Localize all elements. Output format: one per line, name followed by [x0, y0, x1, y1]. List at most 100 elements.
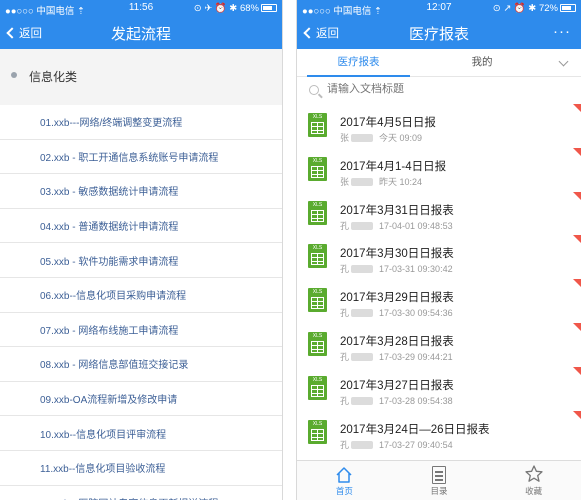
list-item[interactable]: XLS 2017年3月27日日报表 孔 17-03-28 09:54:38	[297, 366, 581, 411]
excel-file-icon: XLS	[308, 113, 327, 137]
more-icon[interactable]: ···	[553, 23, 571, 40]
tab-bar-top: 医疗报表 我的	[297, 49, 581, 77]
list-item[interactable]: XLS 2017年3月31日日报表 孔 17-04-01 09:48:53	[297, 191, 581, 236]
unread-flag-icon	[573, 191, 581, 200]
timestamp: 17-03-31 09:30:42	[379, 264, 453, 275]
tab-catalog-label: 目录	[430, 486, 448, 496]
timestamp: 17-03-28 09:54:38	[379, 395, 453, 406]
list-item[interactable]: 11.xxb--信息化项目验收流程	[0, 450, 282, 486]
right-phone-screen: ●●○○○ 中国电信 ⇡ 12:07 ⊙ ↗ ⏰ ✱ 72% 返回 医疗报表 ·…	[296, 0, 581, 500]
unread-flag-icon	[573, 279, 581, 288]
search-icon	[309, 85, 319, 95]
document-list: XLS 2017年4月5日日报 张 今天 09:09 XLS 2017年4月1-4…	[297, 104, 581, 460]
home-icon	[336, 467, 352, 483]
document-meta: 孔 17-03-28 09:54:38	[340, 394, 453, 407]
tab-medical-report[interactable]: 医疗报表	[307, 49, 410, 77]
bullet-dot-icon	[11, 72, 17, 78]
bottom-tab-bar: 首页 目录 收藏	[297, 460, 581, 500]
document-meta: 孔 17-03-30 09:54:36	[340, 306, 453, 319]
status-indicators: ⊙ ✈ ⏰ ✱ 68%	[194, 3, 277, 14]
list-item[interactable]: 01.xxb---网络/终端调整变更流程	[0, 105, 282, 140]
document-meta: 孔 17-03-27 09:40:54	[340, 438, 453, 451]
document-meta: 孔 17-04-01 09:48:53	[340, 219, 453, 232]
document-meta: 孔 17-03-29 09:44:21	[340, 350, 453, 363]
list-item[interactable]: 09.xxb-OA流程新增及修改申请	[0, 381, 282, 417]
document-title: 2017年3月30日日报表	[340, 248, 454, 261]
unread-flag-icon	[573, 147, 581, 156]
status-bar: ●●○○○ 中国电信 ⇡ 11:56 ⊙ ✈ ⏰ ✱ 68%	[0, 0, 282, 17]
unread-flag-icon	[573, 410, 581, 419]
catalog-icon	[432, 466, 446, 484]
list-item[interactable]: 10.xxb--信息化项目评审流程	[0, 416, 282, 451]
timestamp: 今天 09:09	[379, 133, 423, 143]
list-item[interactable]: 12.xxb - 医院网站专家信息更新报送流程	[0, 485, 282, 500]
document-title: 2017年4月5日日报	[340, 117, 436, 129]
timestamp: 17-03-30 09:54:36	[379, 308, 453, 319]
author: 孔	[340, 308, 350, 319]
status-bar: ●●○○○ 中国电信 ⇡ 12:07 ⊙ ↗ ⏰ ✱ 72%	[297, 0, 581, 17]
author: 孔	[340, 220, 350, 231]
timestamp: 17-03-27 09:40:54	[379, 439, 453, 450]
list-item[interactable]: 02.xxb - 职工开通信息系统账号申请流程	[0, 139, 282, 175]
list-item[interactable]: 03.xxb - 敏感数据统计申请流程	[0, 174, 282, 209]
status-indicators: ⊙ ↗ ⏰ ✱ 72%	[493, 3, 576, 14]
document-title: 2017年3月29日日报表	[340, 292, 454, 305]
star-icon	[525, 465, 543, 482]
author: 张	[340, 176, 350, 187]
nav-bar: 返回 发起流程	[0, 17, 282, 49]
document-title: 2017年3月31日日报表	[340, 204, 454, 217]
unread-flag-icon	[573, 104, 581, 112]
document-meta: 张 今天 09:09	[340, 131, 422, 144]
battery-icon	[261, 4, 277, 12]
list-item[interactable]: 06.xxb--信息化项目采购申请流程	[0, 277, 282, 313]
document-meta: 张 昨天 10:24	[340, 175, 422, 188]
document-title: 2017年3月27日日报表	[340, 379, 454, 392]
document-meta: 孔 17-03-31 09:30:42	[340, 262, 453, 275]
battery-icon	[560, 4, 576, 12]
list-item[interactable]: 08.xxb - 网络信息部值班交接记录	[0, 347, 282, 382]
tab-home-label: 首页	[335, 486, 353, 496]
author: 孔	[340, 351, 350, 362]
chevron-down-icon[interactable]	[558, 56, 569, 67]
excel-file-icon: XLS	[308, 375, 327, 400]
list-item[interactable]: XLS 2017年3月30日日报表 孔 17-03-31 09:30:42	[297, 235, 581, 280]
list-item[interactable]: XLS 2017年3月28日日报表 孔 17-03-29 09:44:21	[297, 322, 581, 367]
document-title: 2017年4月1-4日日报	[340, 160, 447, 173]
list-item[interactable]: XLS 2017年3月29日日报表 孔 17-03-30 09:54:36	[297, 279, 581, 323]
list-item[interactable]: 05.xxb - 软件功能需求申请流程	[0, 243, 282, 278]
excel-file-icon: XLS	[308, 156, 327, 181]
nav-bar: 返回 医疗报表 ···	[297, 17, 581, 49]
page-title: 发起流程	[110, 26, 171, 43]
search-bar	[297, 78, 581, 104]
document-title: 2017年3月24日—26日日报表	[340, 423, 490, 436]
page-title: 医疗报表	[408, 26, 469, 43]
list-item[interactable]: 07.xxb - 网络布线施工申请流程	[0, 312, 282, 348]
list-item[interactable]: XLS 2017年4月5日日报 张 今天 09:09	[297, 104, 581, 148]
list-item[interactable]: 04.xxb - 普通数据统计申请流程	[0, 208, 282, 244]
timestamp: 17-04-01 09:48:53	[379, 220, 453, 231]
unread-flag-icon	[573, 366, 581, 375]
tab-favorites-label: 收藏	[525, 486, 543, 496]
author: 张	[340, 133, 350, 143]
tab-catalog[interactable]: 目录	[392, 461, 487, 500]
search-input[interactable]	[327, 83, 567, 95]
excel-file-icon: XLS	[308, 419, 327, 444]
list-item[interactable]: XLS 2017年3月24日—26日日报表 孔 17-03-27 09:40:54	[297, 410, 581, 455]
category-header: 信息化类	[0, 49, 282, 105]
timestamp: 17-03-29 09:44:21	[379, 351, 453, 362]
excel-file-icon: XLS	[308, 331, 327, 356]
process-list-container: 信息化类 01.xxb---网络/终端调整变更流程 02.xxb - 职工开通信…	[0, 49, 282, 500]
left-phone-screen: ●●○○○ 中国电信 ⇡ 11:56 ⊙ ✈ ⏰ ✱ 68% 返回 发起流程 信…	[0, 0, 283, 500]
excel-file-icon: XLS	[308, 200, 327, 225]
list-item[interactable]: XLS 2017年4月1-4日日报 张 昨天 10:24	[297, 147, 581, 192]
document-title: 2017年3月28日日报表	[340, 335, 454, 348]
author: 孔	[340, 264, 350, 275]
tab-home[interactable]: 首页	[297, 461, 392, 500]
tab-favorites[interactable]: 收藏	[486, 461, 581, 500]
unread-flag-icon	[573, 322, 581, 331]
unread-flag-icon	[573, 235, 581, 244]
timestamp: 昨天 10:24	[379, 176, 423, 187]
tab-mine[interactable]: 我的	[427, 49, 537, 77]
author: 孔	[340, 439, 350, 450]
process-list: 01.xxb---网络/终端调整变更流程 02.xxb - 职工开通信息系统账号…	[0, 105, 282, 500]
